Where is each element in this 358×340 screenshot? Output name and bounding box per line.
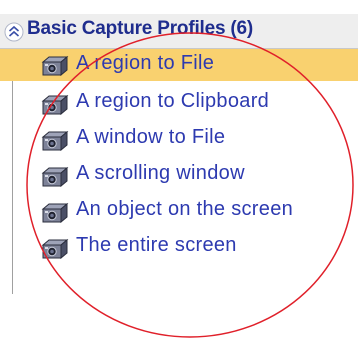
profile-label: A region to Clipboard — [76, 90, 270, 112]
camera-icon — [41, 54, 69, 77]
profile-item-entire-screen[interactable]: The entire screen — [0, 229, 358, 265]
camera-icon — [41, 93, 69, 116]
profile-item-window-to-file[interactable]: A window to File — [0, 121, 358, 157]
profile-item-region-to-clipboard[interactable]: A region to Clipboard — [0, 85, 358, 121]
profile-item-region-to-file[interactable]: A region to File — [0, 49, 358, 81]
camera-icon — [41, 165, 69, 188]
panel-header[interactable]: Basic Capture Profiles (6) — [0, 14, 358, 48]
profile-item-object-on-screen[interactable]: An object on the screen — [0, 193, 358, 229]
capture-profiles-screenshot: Basic Capture Profiles (6) A region to F… — [0, 0, 358, 340]
panel-title: Basic Capture Profiles (6) — [27, 18, 254, 39]
double-chevron-up-icon[interactable] — [3, 21, 25, 43]
capture-profiles-panel: Basic Capture Profiles (6) A region to F… — [0, 0, 358, 294]
profile-label: A region to File — [76, 52, 215, 74]
profile-label: A window to File — [76, 126, 226, 148]
profile-label: The entire screen — [76, 234, 237, 256]
profile-item-scrolling-window[interactable]: A scrolling window — [0, 157, 358, 193]
camera-icon — [41, 129, 69, 152]
camera-icon — [41, 201, 69, 224]
profile-list: A region to File A region to Clipboard A… — [0, 49, 358, 265]
profile-label: A scrolling window — [76, 162, 245, 184]
profile-label: An object on the screen — [76, 198, 294, 220]
camera-icon — [41, 237, 69, 260]
